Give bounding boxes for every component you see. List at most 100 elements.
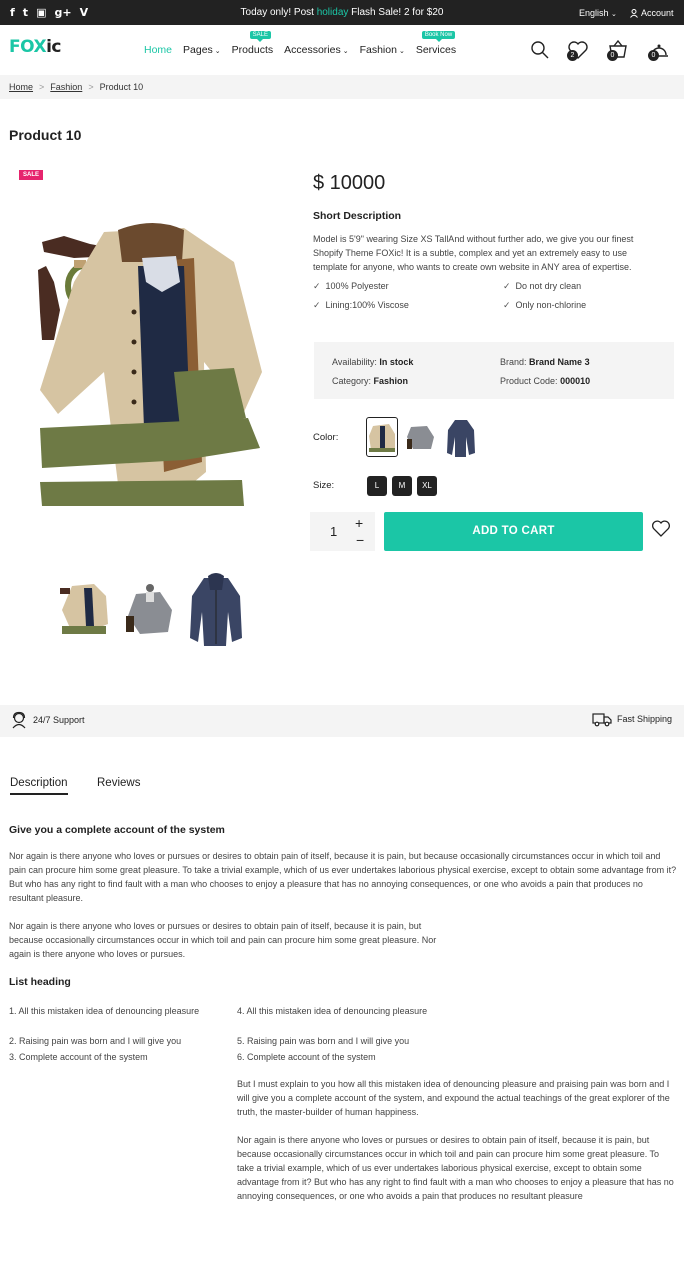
feature-item: ✓ Lining:100% Viscose (313, 300, 409, 311)
chevron-down-icon: ⌄ (214, 48, 221, 55)
logo-part-2: ic (46, 37, 61, 57)
language-label: English (579, 8, 609, 18)
swatch-image (407, 426, 434, 449)
heart-icon (651, 520, 671, 537)
add-to-wishlist-button[interactable] (651, 520, 671, 540)
description-heading: Give you a complete account of the syste… (9, 824, 225, 836)
nav-fashion[interactable]: Fashion ⌄ (360, 44, 405, 56)
product-code: Product Code: 000010 (500, 376, 590, 386)
nav-pages-label: Pages (183, 44, 213, 56)
nav-services[interactable]: Book Now Services (415, 31, 457, 56)
check-icon: ✓ (313, 300, 321, 310)
quantity-increase-button[interactable]: + (355, 515, 363, 531)
promo-text-before: Today only! Post (240, 7, 317, 18)
breadcrumb-separator: > (88, 82, 94, 92)
product-thumbnail[interactable] (122, 580, 177, 652)
product-thumbnail[interactable] (58, 580, 113, 652)
quantity-stepper: 1 + − (310, 512, 375, 551)
product-thumbnail[interactable] (188, 572, 243, 646)
sale-badge: SALE (249, 31, 272, 42)
chevron-down-icon: ⌄ (342, 48, 349, 55)
feature-item: ✓ 100% Polyester (313, 281, 389, 292)
breadcrumb-current: Product 10 (99, 82, 144, 92)
category-label: Category: (332, 376, 372, 386)
support-label: 24/7 Support (33, 715, 85, 725)
description-paragraph: Nor again is there anyone who loves or p… (237, 1135, 674, 1201)
size-option-l[interactable]: L (367, 476, 387, 496)
support-info: 24/7 Support (10, 711, 85, 729)
quantity-decrease-button[interactable]: − (356, 532, 364, 548)
breadcrumb-fashion[interactable]: Fashion (50, 82, 82, 92)
chevron-down-icon: ⌄ (398, 48, 405, 55)
brand: Brand: Brand Name 3 (500, 357, 590, 367)
short-description-title: Short Description (313, 210, 402, 222)
nav-products[interactable]: SALE Products (231, 31, 274, 56)
check-icon: ✓ (503, 300, 511, 310)
feature-item: ✓ Only non-chlorine (503, 300, 586, 311)
nav-home[interactable]: Home (144, 44, 172, 56)
list-item: 1. All this mistaken idea of denouncing … (9, 1006, 200, 1016)
breadcrumb-home[interactable]: Home (9, 82, 33, 92)
cart-button[interactable]: 0 (648, 40, 670, 62)
page-title: Product 10 (9, 127, 82, 143)
product-main-image[interactable] (34, 222, 266, 510)
brand-label: Brand: (500, 357, 527, 367)
product-info-box: Availability: In stock Brand: Brand Name… (314, 342, 674, 399)
color-swatch-navy[interactable] (446, 417, 478, 457)
logo[interactable]: FOXic (9, 37, 61, 57)
list-item: 6. Complete account of the system (237, 1052, 376, 1062)
product-code-label: Product Code: (500, 376, 558, 386)
account-link[interactable]: Account (630, 8, 674, 18)
search-button[interactable] (530, 40, 552, 62)
description-paragraph: Nor again is there anyone who loves or p… (9, 851, 677, 903)
sale-badge: SALE (19, 170, 44, 180)
product-code-value: 000010 (560, 376, 591, 386)
language-selector[interactable]: English ⌄ (579, 8, 617, 18)
compare-button[interactable]: 0 (607, 39, 629, 62)
nav-accessories[interactable]: Accessories ⌄ (284, 44, 348, 56)
thumbnail-image (126, 584, 172, 634)
list-item: 3. Complete account of the system (9, 1052, 148, 1062)
promo-highlight: holiday (316, 7, 349, 18)
wishlist-button[interactable]: 2 (567, 40, 589, 62)
short-description-text: Model is 5'9" wearing Size XS TallAnd wi… (313, 234, 634, 272)
size-option-m[interactable]: M (392, 476, 412, 496)
search-icon (531, 41, 549, 59)
nav-home-label: Home (144, 44, 173, 56)
color-swatch-grey[interactable] (405, 417, 437, 457)
color-swatch-beige[interactable] (366, 417, 398, 457)
category: Category: Fashion (332, 376, 408, 386)
feature-label: 100% Polyester (325, 281, 389, 291)
nav-pages[interactable]: Pages ⌄ (183, 44, 221, 56)
size-label: Size: (313, 480, 335, 491)
add-to-cart-button[interactable]: ADD TO CART (384, 512, 643, 551)
thumbnail-image (190, 573, 242, 646)
shipping-label: Fast Shipping (617, 714, 673, 724)
category-value: Fashion (373, 376, 409, 386)
description-paragraph: But I must explain to you how all this m… (237, 1079, 670, 1117)
nav-services-label: Services (415, 44, 457, 56)
tab-description[interactable]: Description (10, 777, 68, 795)
compare-count: 0 (607, 50, 618, 61)
list-heading: List heading (9, 976, 71, 988)
availability-label: Availability: (332, 357, 377, 367)
truck-icon (592, 713, 612, 727)
shipping-info: Fast Shipping (592, 711, 672, 727)
breadcrumb-bar: Home > Fashion > Product 10 (0, 75, 684, 99)
feature-item: ✓ Do not dry clean (503, 281, 581, 292)
account-label: Account (641, 8, 674, 18)
book-now-badge: Book Now (421, 31, 456, 42)
nav-products-label: Products (231, 44, 274, 56)
size-option-xl[interactable]: XL (417, 476, 437, 496)
main-header: FOXic Home Pages ⌄ SALE Products Accessori… (0, 25, 684, 75)
support-icon (12, 711, 26, 729)
swatch-image (447, 420, 475, 457)
product-outfit-image (38, 223, 262, 506)
quantity-value[interactable]: 1 (330, 524, 337, 539)
logo-part-1: FOX (9, 37, 47, 57)
nav-fashion-label: Fashion (359, 44, 397, 56)
tab-reviews[interactable]: Reviews (97, 777, 140, 789)
feature-label: Lining:100% Viscose (325, 300, 409, 310)
availability-value: In stock (379, 357, 414, 367)
feature-label: Do not dry clean (515, 281, 582, 291)
